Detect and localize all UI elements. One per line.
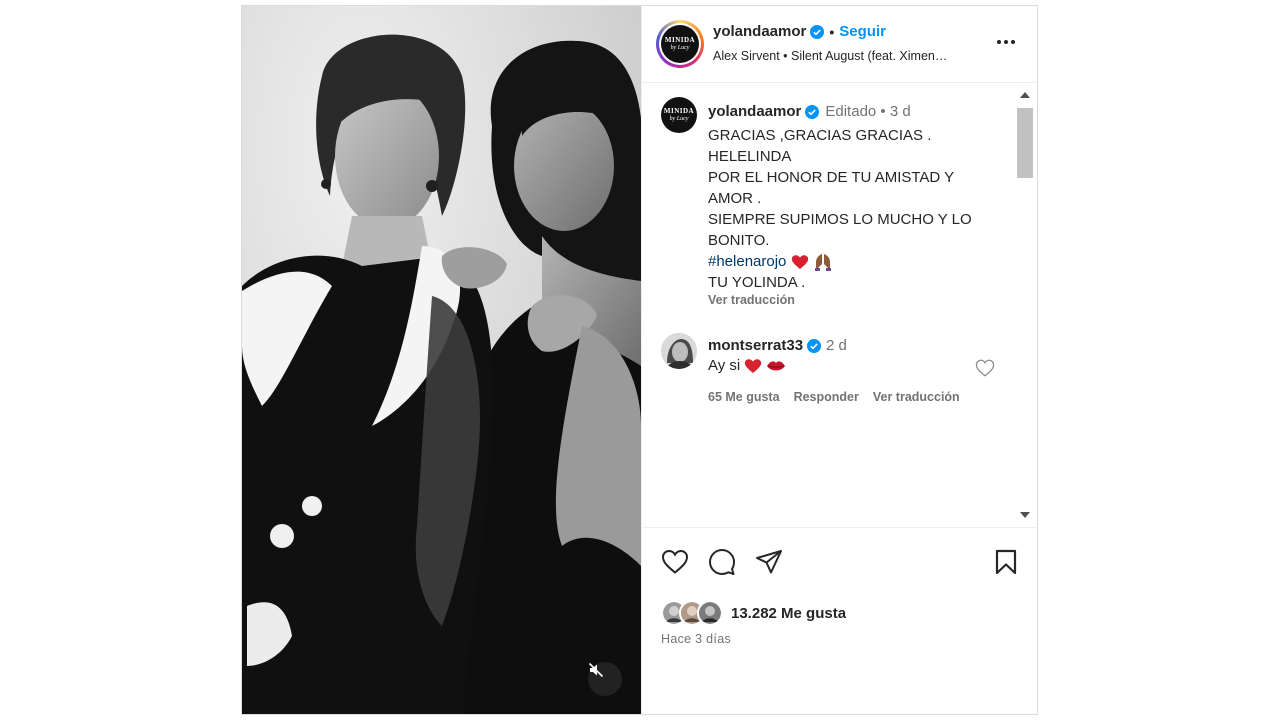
header-username[interactable]: yolandaamor <box>713 23 806 40</box>
avatar <box>661 333 697 369</box>
avatar: MINIDA by Lucy <box>661 25 699 63</box>
caption-avatar[interactable]: MINIDA by Lucy <box>661 97 697 133</box>
red-heart-emoji <box>791 255 808 270</box>
comment-likes[interactable]: 65 Me gusta <box>708 390 780 404</box>
comment-icon[interactable] <box>708 548 736 576</box>
follow-button[interactable]: Seguir <box>839 23 886 40</box>
verified-badge-icon <box>810 24 825 39</box>
comment-text-row: Ay si <box>708 357 786 374</box>
post-video[interactable] <box>242 6 641 714</box>
scroll-up-arrow-icon[interactable] <box>1020 92 1030 98</box>
avatar-logo-subtext: by Lucy <box>669 116 689 122</box>
scroll-thumb[interactable] <box>1017 108 1033 178</box>
comment-translate-link[interactable]: Ver traducción <box>873 390 960 404</box>
hashtag-link[interactable]: #helenarojo <box>708 253 786 270</box>
verified-badge-icon <box>807 338 822 353</box>
comments-area: MINIDA by Lucy yolandaamor Editado • 3 d… <box>642 83 1038 527</box>
caption-line: HELELINDA <box>708 148 792 165</box>
more-options-icon[interactable] <box>992 32 1020 52</box>
caption-hashtag-line: #helenarojo <box>708 251 1008 272</box>
audio-track-link[interactable]: Alex Sirvent • Silent August (feat. Xime… <box>713 49 983 63</box>
comment-avatar[interactable] <box>661 333 697 369</box>
see-translation-link[interactable]: Ver traducción <box>708 293 795 307</box>
scroll-down-arrow-icon[interactable] <box>1020 512 1030 518</box>
heart-icon[interactable] <box>661 548 689 576</box>
avatar-logo-text: MINIDA <box>664 36 696 44</box>
caption-signature: TU YOLINDA . <box>708 274 806 291</box>
reply-button[interactable]: Responder <box>794 390 859 404</box>
caption-line: AMOR . <box>708 190 762 207</box>
comment-like-heart-icon[interactable] <box>975 359 995 377</box>
mute-icon <box>588 662 604 678</box>
caption-line: SIEMPRE SUPIMOS LO MUCHO Y LO <box>708 211 972 228</box>
likes-row: 13.282 Me gusta <box>661 600 846 626</box>
caption-username[interactable]: yolandaamor <box>708 103 801 120</box>
caption-line: GRACIAS ,GRACIAS GRACIAS . <box>708 127 932 144</box>
comment-time: 2 d <box>826 337 847 354</box>
red-heart-emoji <box>745 358 762 373</box>
mute-button[interactable] <box>588 662 622 696</box>
separator-dot: • <box>829 23 835 40</box>
avatar-logo-subtext: by Lucy <box>670 45 690 51</box>
post-footer: 13.282 Me gusta Hace 3 días <box>642 527 1038 715</box>
avatar-logo-text: MINIDA <box>663 107 695 115</box>
kiss-lips-emoji <box>767 360 786 370</box>
comment-header: montserrat33 2 d <box>708 337 847 354</box>
bookmark-icon[interactable] <box>992 548 1020 576</box>
post-timestamp[interactable]: Hace 3 días <box>661 632 731 646</box>
comment-username[interactable]: montserrat33 <box>708 337 803 354</box>
header-user-row: yolandaamor • Seguir <box>713 23 886 40</box>
caption-meta: Editado • 3 d <box>825 103 911 120</box>
caption-header: yolandaamor Editado • 3 d <box>708 103 911 120</box>
likes-count[interactable]: 13.282 Me gusta <box>731 605 846 622</box>
caption-line: POR EL HONOR DE TU AMISTAD Y <box>708 169 955 186</box>
post-header: MINIDA by Lucy yolandaamor • Seguir Alex… <box>642 6 1038 83</box>
prayer-hands-emoji <box>814 254 831 272</box>
story-ring-avatar[interactable]: MINIDA by Lucy <box>656 20 704 68</box>
comment-text: Ay si <box>708 357 741 374</box>
caption-line: BONITO. <box>708 232 770 249</box>
comments-scrollbar[interactable] <box>1016 84 1034 526</box>
verified-badge-icon <box>805 104 820 119</box>
comment-actions: 65 Me gusta Responder Ver traducción <box>708 390 960 404</box>
liker-avatar[interactable] <box>697 600 723 626</box>
caption-text: GRACIAS ,GRACIAS GRACIAS . HELELINDA POR… <box>708 125 1008 293</box>
post-side-panel: MINIDA by Lucy yolandaamor • Seguir Alex… <box>641 6 1038 714</box>
instagram-post: MINIDA by Lucy yolandaamor • Seguir Alex… <box>241 5 1038 715</box>
share-icon[interactable] <box>755 548 783 576</box>
photo-two-women <box>242 6 641 714</box>
